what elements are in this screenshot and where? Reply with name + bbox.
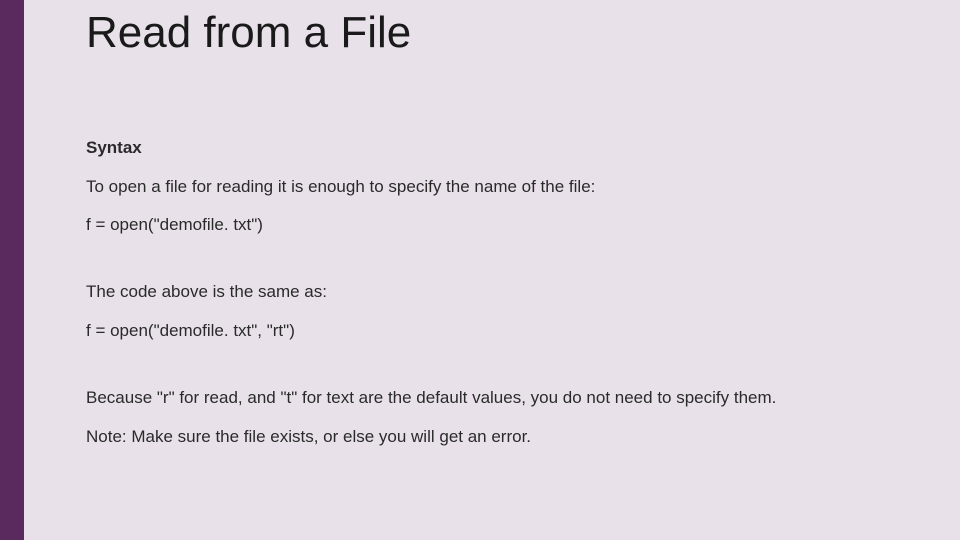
code-example-2: f = open("demofile. txt", "rt") bbox=[86, 321, 890, 341]
intro-line: To open a file for reading it is enough … bbox=[86, 176, 890, 197]
same-as-line: The code above is the same as: bbox=[86, 281, 890, 302]
note-line: Note: Make sure the file exists, or else… bbox=[86, 426, 890, 447]
slide-title: Read from a File bbox=[86, 8, 890, 58]
spacer bbox=[86, 253, 890, 281]
syntax-subheading: Syntax bbox=[86, 138, 890, 158]
accent-sidebar bbox=[0, 0, 24, 540]
spacer bbox=[86, 359, 890, 387]
slide-content: Read from a File Syntax To open a file f… bbox=[24, 0, 960, 540]
explanation-line: Because "r" for read, and "t" for text a… bbox=[86, 387, 890, 408]
code-example-1: f = open("demofile. txt") bbox=[86, 215, 890, 235]
